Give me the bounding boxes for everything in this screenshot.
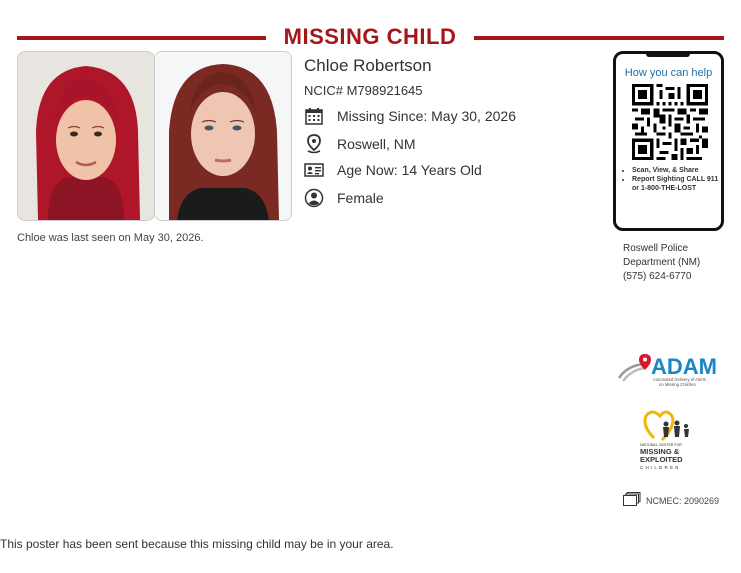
ncmec-case-number: NCMEC: 2090269: [623, 491, 720, 511]
folder-stack-icon: [623, 491, 641, 511]
agency-name-line1: Roswell Police: [623, 243, 689, 254]
adam-subtitle-2: on Missing Children: [659, 382, 696, 387]
sex-row: Female: [304, 188, 384, 208]
ncmec-line4: CHILDREN: [640, 465, 681, 470]
phone-notch: [646, 53, 690, 57]
calendar-icon: [304, 106, 324, 126]
map-pin-icon: [304, 134, 324, 154]
help-bullets: Scan, View, & Share Report Sighting CALL…: [622, 166, 720, 193]
poster-title: MISSING CHILD: [283, 24, 457, 49]
ncic-number: NCIC# M798921645: [304, 83, 423, 98]
location-text: Roswell, NM: [337, 136, 416, 152]
adam-logo: ADAM Automated Delivery of Alerts on Mis…: [617, 352, 721, 388]
qr-phone-panel: How you can help Scan, View, & Share Rep…: [613, 51, 724, 231]
id-card-icon: [304, 160, 324, 180]
child-photo-2: [154, 51, 292, 221]
missing-since-text: Missing Since: May 30, 2026: [337, 108, 516, 124]
adam-wordmark: ADAM: [651, 354, 717, 379]
age-row: Age Now: 14 Years Old: [304, 160, 482, 180]
how-you-can-help-heading: How you can help: [624, 67, 713, 79]
ncmec-line3: EXPLOITED: [640, 455, 683, 464]
agency-name-line2: Department (NM): [623, 257, 701, 268]
footer-note: This poster has been sent because this m…: [0, 537, 394, 551]
age-text: Age Now: 14 Years Old: [337, 162, 482, 178]
missing-since-row: Missing Since: May 30, 2026: [304, 106, 516, 126]
circumstance-text: Chloe was last seen on May 30, 2026.: [17, 232, 204, 244]
title-rule-right: [474, 36, 724, 40]
help-bullet: Report Sighting CALL 911 or 1-800-THE-LO…: [632, 175, 720, 193]
title-rule-left: [17, 36, 266, 40]
child-name: Chloe Robertson: [304, 56, 432, 75]
person-icon: [304, 188, 324, 208]
sex-text: Female: [337, 190, 384, 206]
location-row: Roswell, NM: [304, 134, 416, 154]
ncmec-case-text: NCMEC: 2090269: [646, 496, 720, 506]
child-photo-1: [17, 51, 155, 221]
agency-phone[interactable]: (575) 624-6770: [623, 270, 700, 284]
qr-code[interactable]: [632, 84, 708, 160]
agency-contact: Roswell Police Department (NM) (575) 624…: [623, 242, 700, 284]
help-bullet: Scan, View, & Share: [632, 166, 720, 175]
ncmec-logo: NATIONAL CENTER FOR MISSING & EXPLOITED …: [640, 408, 700, 472]
